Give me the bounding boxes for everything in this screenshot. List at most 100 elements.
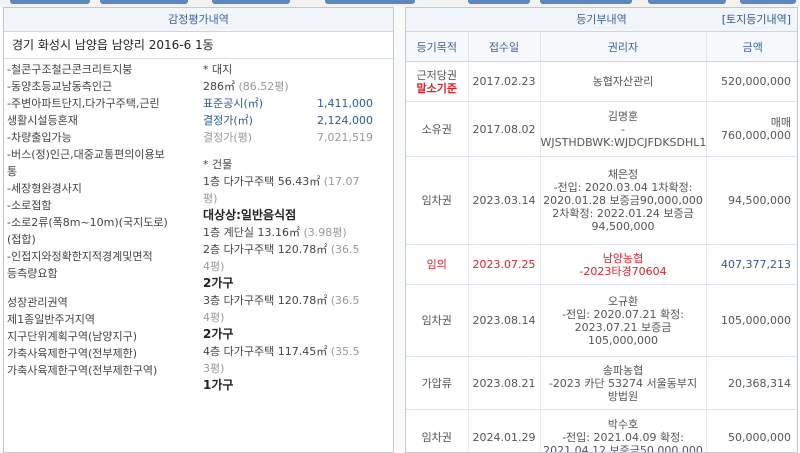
registry-panel-title: 등기부내역 xyxy=(576,13,627,26)
purpose-cell: 소유권 xyxy=(406,101,469,157)
holder-name: 남양농협 xyxy=(602,251,644,265)
building-pyeong-cont: 평) xyxy=(203,192,218,205)
column-header: 권리자 xyxy=(540,32,707,62)
purpose-cell: 근저당권 말소기준 xyxy=(406,61,469,102)
property-address: 경기 화성시 남양읍 남양리 2016-6 1동 xyxy=(4,32,393,59)
table-row: 임차권 2023.08.14 오규환 -전입: 2020.07.21 확정: 2… xyxy=(406,284,797,357)
per-pyeong-value: 7,021,519 xyxy=(317,131,373,144)
date-cell: 2023.07.25 xyxy=(468,244,541,285)
building-heading: * 건물 xyxy=(203,158,233,171)
public-price-label: 표준공시(㎡) xyxy=(203,97,264,110)
building-floor: 1층 다가구주택 56.43㎡ xyxy=(203,175,321,188)
date-cell: 2024.01.29 xyxy=(468,409,541,452)
building-floor: 1층 계단실 13.16㎡ xyxy=(203,226,300,239)
scrollbar[interactable] xyxy=(395,7,404,453)
building-pyeong-cont: 4평) xyxy=(203,260,225,273)
toolbar-button[interactable] xyxy=(740,0,796,4)
toolbar-button[interactable] xyxy=(468,0,530,4)
appraisal-panel-title: 감정평가내역 xyxy=(4,8,393,32)
holder-detail: 2023.07.21 보증금 xyxy=(574,320,672,334)
building-line: 1층 계단실 13.16㎡ (3.98평) xyxy=(203,224,393,241)
building-line: 3층 다가구주택 120.78㎡ (36.5 xyxy=(203,292,393,309)
holder-detail: 94,500,000 xyxy=(591,220,655,233)
zoning-line: 제1종일반주거지역 xyxy=(7,313,95,326)
toolbar-button[interactable] xyxy=(648,0,726,4)
feature-line: -인접지와정확한지적경계및면적 xyxy=(7,250,153,263)
public-price-value: 1,411,000 xyxy=(317,97,373,110)
feature-line: 통 xyxy=(7,165,18,178)
column-header: 접수일 xyxy=(468,32,541,62)
household-count: 2가구 xyxy=(203,327,234,341)
building-pyeong-cont: 4평) xyxy=(203,311,225,324)
amount-cell: 20,368,314 xyxy=(706,356,797,410)
amount-cell: 407,377,213 xyxy=(706,244,797,285)
feature-line: -버스(정)인근,대중교통편의이용보 xyxy=(7,148,165,161)
building-floor: 3층 다가구주택 120.78㎡ xyxy=(203,294,328,307)
holder-detail: - xyxy=(621,122,625,136)
table-row: 근저당권 말소기준 2017.02.23 농협자산관리 520,000,000 xyxy=(406,61,797,102)
building-pyeong: (36.5 xyxy=(330,243,360,256)
holder-name: 오규환 xyxy=(607,294,639,308)
appraised-price-label: 결정가(㎡) xyxy=(203,114,253,127)
zoning-line: 지구단위계획구역(남양지구) xyxy=(7,330,138,343)
valuation-details: * 대지 286㎡ (86.52평) 표준공시(㎡) 1,411,000 결정가… xyxy=(203,61,393,394)
column-header: 등기목적 xyxy=(406,32,469,62)
feature-line: -차량출입가능 xyxy=(7,131,72,144)
date-cell: 2017.08.02 xyxy=(468,101,541,157)
table-row: 임차권 2024.01.29 박수호 -전입: 2021.04.09 확정: 2… xyxy=(406,409,797,453)
feature-line: -동양초등교남동측인근 xyxy=(7,80,113,93)
holder-detail: 2차확정: 2022.01.24 보증금 xyxy=(552,207,694,220)
target-use-label: 대상상:일반음식점 xyxy=(203,208,297,222)
table-row: 소유권 2017.08.02 김명훈 - WJSTHDBWK:WJDCJFDKS… xyxy=(406,101,797,157)
amount-cell: 520,000,000 xyxy=(706,61,797,102)
building-line: 1층 다가구주택 56.43㎡ (17.07 xyxy=(203,173,393,190)
toolbar-button[interactable] xyxy=(325,0,415,4)
holder-name: 송파농협 xyxy=(602,363,644,377)
land-area-pyeong: (86.52평) xyxy=(238,80,289,93)
feature-line: 생활시설등혼재 xyxy=(7,114,78,127)
holder-detail: -전입: 2020.07.21 확정: xyxy=(562,307,684,321)
holder-cell: 농협자산관리 xyxy=(540,61,707,102)
column-header: 금액 xyxy=(706,32,797,62)
land-heading: * 대지 xyxy=(203,63,233,76)
feature-line: -철콘구조철근콘크리트지붕 xyxy=(7,63,133,76)
holder-detail: 2021.04.12 보증금50,000,000 xyxy=(543,444,703,453)
building-floor: 2층 다가구주택 120.78㎡ xyxy=(203,243,328,256)
toolbar-button[interactable] xyxy=(100,0,188,4)
holder-cell: 채은정 -전입: 2020.03.04 1차확정: 2020.01.28 보증금… xyxy=(540,156,707,245)
building-line: 2층 다가구주택 120.78㎡ (36.5 xyxy=(203,241,393,258)
feature-line: -주변아파트단지,다가구주택,근린 xyxy=(7,97,160,110)
land-area: 286㎡ (86.52평) xyxy=(203,78,393,95)
amount-cell: 매매760,000,000 xyxy=(706,101,797,157)
appraised-price-value: 2,124,000 xyxy=(317,114,373,127)
registry-table: 등기목적 접수일 권리자 금액 근저당권 말소기준 2017.02.23 농협자… xyxy=(406,32,797,453)
holder-detail: 105,000,000 xyxy=(588,333,658,347)
zoning-line: 가축사육제한구역(전부제한구역) xyxy=(7,364,158,377)
holder-cell: 남양농협 -2023타경70604 xyxy=(540,244,707,285)
land-registry-link[interactable]: [토지등기내역] xyxy=(722,8,791,31)
baseline-tag: 말소기준 xyxy=(416,81,457,95)
household-count: 2가구 xyxy=(203,276,234,290)
holder-detail: WJSTHDBWK:WJDCJFDKSDHL1 xyxy=(540,135,707,149)
per-pyeong-label: 결정가(평) xyxy=(203,131,253,144)
date-cell: 2023.08.21 xyxy=(468,356,541,410)
holder-detail: 방법원 xyxy=(607,389,639,403)
date-cell: 2023.03.14 xyxy=(468,156,541,245)
household-count: 1가구 xyxy=(203,378,234,392)
date-cell: 2023.08.14 xyxy=(468,284,541,357)
purpose-cell: 가압류 xyxy=(406,356,469,410)
holder-cell: 송파농협 -2023 카단 53274 서울동부지 방법원 xyxy=(540,356,707,410)
building-pyeong: (3.98평) xyxy=(303,226,347,239)
toolbar-button[interactable] xyxy=(540,0,632,4)
zoning-line: 성장관리권역 xyxy=(7,296,68,309)
case-number: -2023타경70604 xyxy=(579,264,667,278)
toolbar-button[interactable] xyxy=(10,0,90,4)
top-toolbar-strip xyxy=(0,0,800,7)
toolbar-button[interactable] xyxy=(212,0,290,4)
property-features: -철콘구조철근콘크리트지붕 -동양초등교남동측인근 -주변아파트단지,다가구주택… xyxy=(7,61,202,379)
appraised-price-row: 결정가(㎡) 2,124,000 xyxy=(203,112,393,129)
building-pyeong: (36.5 xyxy=(330,294,360,307)
zoning-line: 가축사육제한구역(전부제한) xyxy=(7,347,138,360)
building-line: 4층 다가구주택 117.45㎡ (35.5 xyxy=(203,343,393,360)
purpose-cell: 임차권 xyxy=(406,284,469,357)
